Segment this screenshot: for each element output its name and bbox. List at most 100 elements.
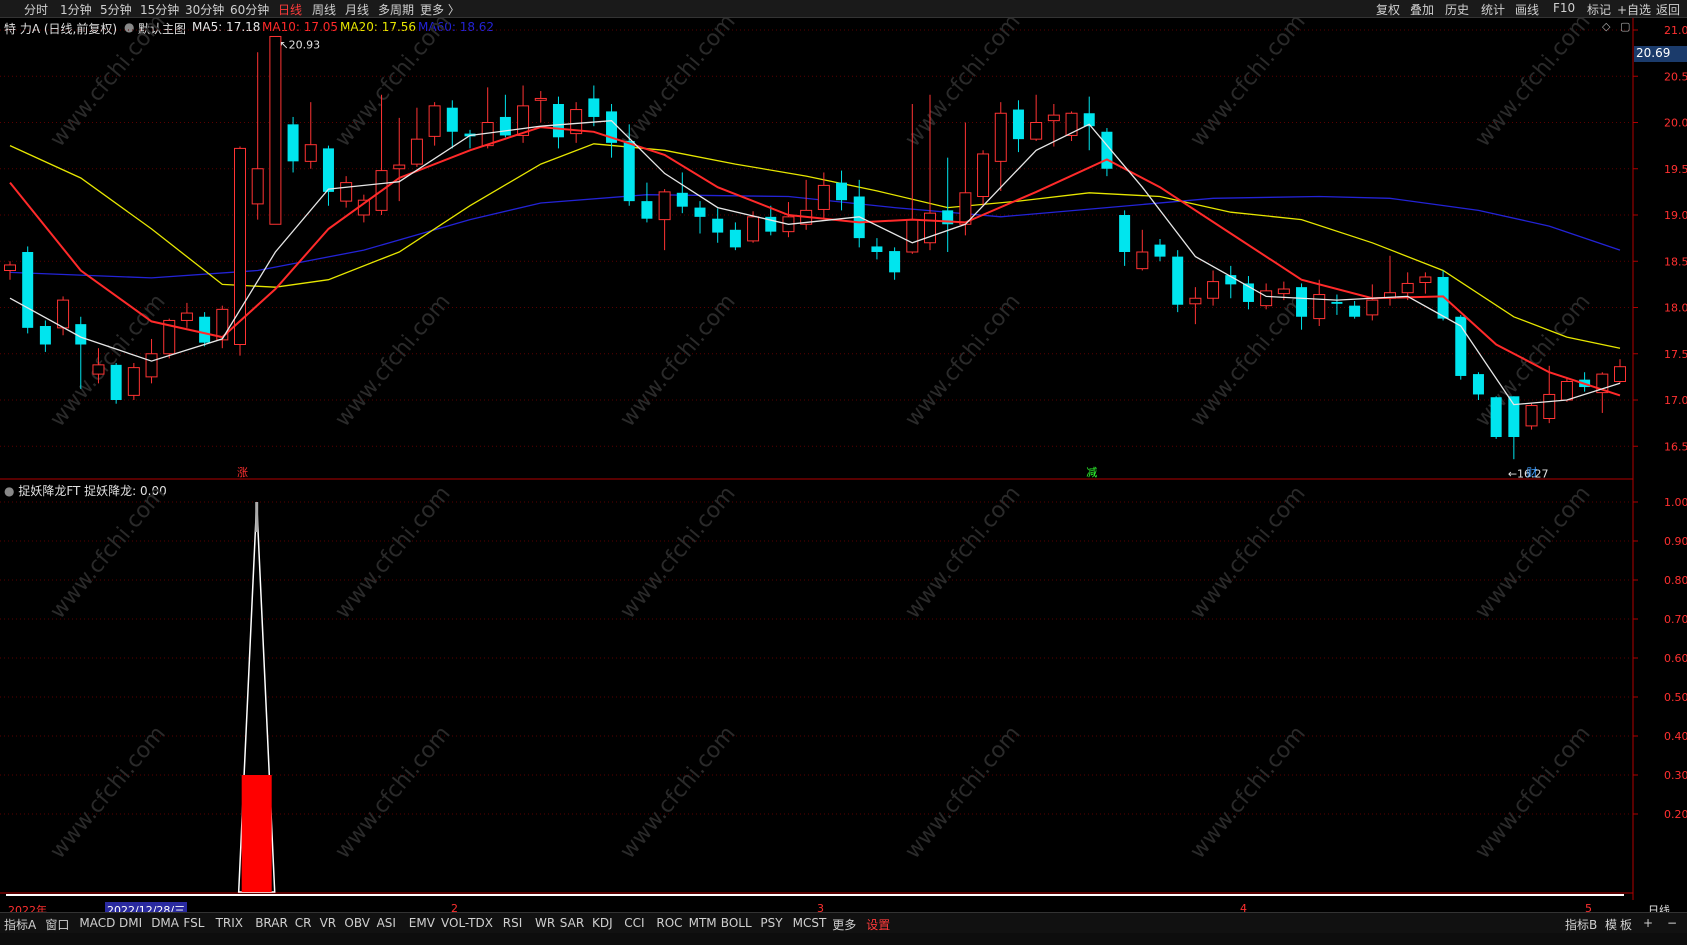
period-tab[interactable]: 5分钟	[100, 1, 132, 18]
current-price-tag: 20.69	[1634, 46, 1687, 62]
indicator-bar	[241, 775, 272, 892]
indicator-chart[interactable]: 1.00 0.90 0.80 0.70 0.60 0.50 0.40 0.30 0.20 www.…	[0, 480, 1687, 900]
period-tab[interactable]: 多周期	[378, 1, 414, 18]
price-axis-label: 19.50	[1664, 163, 1687, 176]
toolbar-button[interactable]: 历史	[1445, 1, 1469, 18]
ma10-line	[9, 126, 1621, 397]
period-tab[interactable]: 60分钟	[230, 1, 269, 18]
toolbar-button[interactable]: +自选	[1617, 1, 1651, 18]
indicator-tab[interactable]: TRIX	[216, 916, 243, 930]
panel-control[interactable]: 板	[1620, 916, 1632, 933]
candle-body-up	[1313, 294, 1326, 320]
watermark-text: www.cfchi.com	[900, 18, 1025, 152]
candle-body-down	[199, 316, 211, 343]
candle-body-up	[977, 153, 990, 197]
indicator-tab[interactable]: EMV	[409, 916, 435, 930]
indicator-tab[interactable]: BOLL	[721, 916, 752, 930]
indicator-tab[interactable]: 指标A	[4, 916, 36, 933]
candle-body-up	[145, 353, 158, 378]
indicator-axis-label: 0.70	[1664, 613, 1687, 626]
period-tab[interactable]: 月线	[345, 1, 369, 18]
watermark-text: www.cfchi.com	[900, 289, 1025, 431]
watermark-text: www.cfchi.com	[615, 481, 740, 623]
indicator-tab[interactable]: MCST	[793, 916, 827, 930]
indicator-axis-label: 0.40	[1664, 730, 1687, 743]
toolbar-button[interactable]: 画线	[1515, 1, 1539, 18]
indicator-axis-label: 0.20	[1664, 808, 1687, 821]
event-marker: 减	[1086, 466, 1097, 479]
indicator-axis-label: 0.50	[1664, 691, 1687, 704]
candle-body-down	[39, 326, 51, 345]
toolbar-button[interactable]: 标记	[1587, 1, 1611, 18]
price-axis-label: 20.00	[1664, 117, 1687, 130]
candle-body-down	[322, 148, 334, 192]
toolbar-button[interactable]: 统计	[1481, 1, 1505, 18]
indicator-tab[interactable]: BRAR	[255, 916, 288, 930]
candle-body-up	[1065, 112, 1078, 136]
indicator-tab[interactable]: 设置	[866, 916, 890, 933]
candle-body-up	[1189, 297, 1202, 305]
panel-control[interactable]: 模	[1605, 916, 1617, 933]
watermark-text: www.cfchi.com	[1185, 481, 1310, 623]
panel-control[interactable]: +	[1643, 916, 1653, 930]
candle-body-down	[1296, 287, 1308, 317]
indicator-tab[interactable]: KDJ	[592, 916, 613, 930]
indicator-tab[interactable]: PSY	[760, 916, 782, 930]
candle-body-up	[817, 184, 830, 210]
toolbar-button[interactable]: 叠加	[1410, 1, 1434, 18]
indicator-tab[interactable]: CR	[295, 916, 312, 930]
period-tab[interactable]: 更多 〉	[420, 1, 460, 18]
candle-body-up	[410, 138, 423, 165]
indicator-tab[interactable]: OBV	[344, 916, 370, 930]
candle-body-up	[1047, 114, 1060, 122]
candle-body-down	[1119, 215, 1131, 252]
watermark-text: www.cfchi.com	[330, 721, 455, 863]
candle-body-down	[836, 182, 848, 201]
period-tab[interactable]: 15分钟	[140, 1, 179, 18]
candle-body-down	[676, 192, 688, 207]
candle-body-up	[1136, 251, 1149, 270]
period-tab[interactable]: 30分钟	[185, 1, 224, 18]
toolbar-button[interactable]: 复权	[1376, 1, 1400, 18]
candle-body-down	[1172, 256, 1184, 305]
panel-control[interactable]: −	[1667, 916, 1677, 930]
indicator-axis-label: 0.80	[1664, 574, 1687, 587]
candle-body-down	[889, 251, 901, 273]
indicator-tab[interactable]: RSI	[503, 916, 523, 930]
indicator-tab[interactable]: 窗口	[45, 916, 69, 933]
toolbar-button[interactable]: F10	[1553, 1, 1575, 15]
candle-body-up	[340, 182, 353, 202]
period-tab[interactable]: 1分钟	[60, 1, 92, 18]
high-annotation: ↖20.93	[279, 38, 320, 51]
indicator-tab[interactable]: CCI	[624, 916, 644, 930]
indicator-tab[interactable]: ASI	[377, 916, 396, 930]
candle-body-down	[1154, 244, 1166, 257]
indicator-tab[interactable]: DMI	[119, 916, 142, 930]
candle-body-down	[1472, 374, 1484, 395]
candle-body-up	[1260, 290, 1273, 307]
indicator-tab[interactable]: 更多	[832, 916, 856, 933]
indicator-tab[interactable]: ROC	[656, 916, 682, 930]
candle-body-up	[269, 35, 282, 225]
indicator-tab[interactable]: WR	[535, 916, 555, 930]
candle-body-down	[1349, 305, 1361, 317]
period-tab[interactable]: 日线	[278, 1, 302, 18]
event-marker: 涨	[237, 466, 248, 479]
indicator-tab[interactable]: SAR	[560, 916, 584, 930]
toolbar-button[interactable]: 返回	[1656, 1, 1680, 18]
indicator-tab[interactable]: DMA	[151, 916, 179, 930]
indicator-tab[interactable]: VOL-TDX	[441, 916, 493, 930]
candle-body-up	[994, 112, 1007, 162]
indicator-tab[interactable]: VR	[320, 916, 337, 930]
panel-control[interactable]: 指标B	[1565, 916, 1597, 933]
candlestick-chart[interactable]: 21.00 20.50 20.00 19.50 19.00 18.50 18.00 17.50…	[0, 18, 1687, 480]
indicator-tab[interactable]: FSL	[183, 916, 204, 930]
period-tab[interactable]: 分时	[24, 1, 48, 18]
candle-body-up	[127, 367, 140, 396]
indicator-tab[interactable]: MTM	[689, 916, 717, 930]
period-tab[interactable]: 周线	[312, 1, 336, 18]
candle-body-up	[1207, 281, 1220, 299]
indicator-tab[interactable]: MACD	[79, 916, 115, 930]
candle-body-up	[1401, 282, 1414, 294]
candle-body-up	[1366, 299, 1379, 316]
